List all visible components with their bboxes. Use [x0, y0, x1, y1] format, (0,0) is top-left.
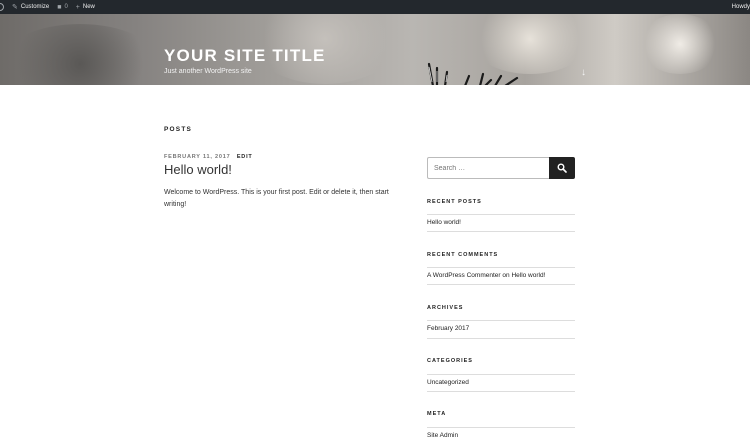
recent-posts-title: RECENT POSTS [427, 199, 482, 205]
comment-on-label: on [502, 272, 510, 279]
divider [427, 391, 575, 392]
recent-comments-title: RECENT COMMENTS [427, 252, 499, 258]
site-description: Just another WordPress site [164, 68, 252, 75]
recent-post-link[interactable]: Hello world! [427, 219, 461, 226]
divider [427, 427, 575, 428]
new-label: New [82, 4, 95, 10]
header-image-plant [427, 62, 519, 85]
site-header: YOUR SITE TITLE Just another WordPress s… [0, 14, 750, 85]
divider [427, 214, 575, 215]
admin-bar: ✎ Customize ■ 0 + New Howdy [0, 0, 750, 14]
comment-post-link[interactable]: Hello world! [511, 272, 545, 279]
site-title[interactable]: YOUR SITE TITLE [164, 46, 326, 66]
customize-label: Customize [20, 4, 50, 10]
archives-title: ARCHIVES [427, 305, 464, 311]
post-meta: FEBRUARY 11, 2017 EDIT [164, 154, 253, 160]
post-date[interactable]: FEBRUARY 11, 2017 [164, 154, 231, 160]
category-link[interactable]: Uncategorized [427, 379, 469, 386]
recent-comment-item: A WordPress Commenter on Hello world! [427, 272, 545, 279]
meta-title: META [427, 411, 447, 417]
search-input[interactable] [427, 157, 549, 179]
customize-link[interactable]: ✎ Customize [8, 0, 53, 14]
brush-icon: ✎ [12, 3, 18, 11]
divider [427, 374, 575, 375]
divider [427, 284, 575, 285]
new-content-link[interactable]: + New [72, 0, 99, 14]
search-icon [557, 163, 567, 173]
post-title[interactable]: Hello world! [164, 162, 232, 177]
search-button[interactable] [549, 157, 575, 179]
plus-icon: + [75, 3, 80, 11]
categories-title: CATEGORIES [427, 358, 473, 364]
wordpress-logo-icon[interactable] [0, 0, 8, 14]
account-menu[interactable]: Howdy [732, 0, 750, 14]
post-excerpt: Welcome to WordPress. This is your first… [164, 189, 389, 208]
search-form [427, 157, 575, 179]
edit-link[interactable]: EDIT [237, 154, 253, 160]
divider [427, 320, 575, 321]
archive-link[interactable]: February 2017 [427, 325, 469, 332]
comments-count: 0 [64, 4, 68, 10]
divider [427, 231, 575, 232]
site-admin-link[interactable]: Site Admin [427, 432, 458, 439]
comment-icon: ■ [57, 3, 62, 11]
comments-link[interactable]: ■ 0 [53, 0, 72, 14]
divider [427, 267, 575, 268]
arrow-down-icon[interactable]: ↓ [581, 68, 586, 78]
page-title: POSTS [164, 126, 193, 133]
howdy-label: Howdy [731, 4, 750, 10]
divider [427, 338, 575, 339]
comment-author-link[interactable]: A WordPress Commenter [427, 272, 501, 279]
